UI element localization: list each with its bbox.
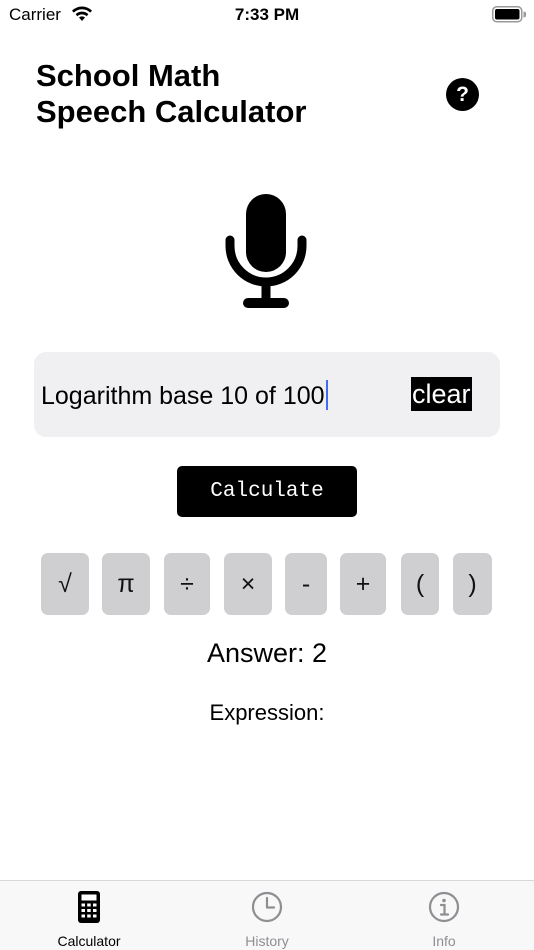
tab-bar: Calculator History Info: [0, 880, 534, 950]
status-bar: Carrier 7:33 PM: [0, 0, 534, 30]
divide-key[interactable]: ÷: [164, 553, 210, 615]
info-icon: [428, 891, 460, 923]
help-button[interactable]: ?: [446, 78, 479, 111]
clock-icon: [251, 891, 283, 923]
calculate-button[interactable]: Calculate: [177, 466, 357, 517]
expression-input[interactable]: Logarithm base 10 of 100 clear: [34, 352, 500, 437]
plus-key[interactable]: +: [340, 553, 386, 615]
tab-info[interactable]: Info: [384, 881, 504, 950]
tab-calculator[interactable]: Calculator: [29, 881, 149, 950]
microphone-icon[interactable]: [222, 192, 312, 312]
text-caret: [325, 380, 328, 410]
open-paren-key[interactable]: (: [401, 553, 439, 615]
tab-history[interactable]: History: [207, 881, 327, 950]
expression-label: Expression:: [209, 700, 325, 725]
sqrt-key[interactable]: √: [41, 553, 89, 615]
clear-button[interactable]: clear: [411, 377, 472, 411]
calculator-icon: [78, 891, 100, 923]
tab-info-label: Info: [432, 933, 456, 949]
title-line-1: School Math: [36, 58, 221, 93]
status-time: 7:33 PM: [234, 5, 300, 24]
title-line-2: Speech Calculator: [36, 94, 307, 129]
expression-input-text[interactable]: Logarithm base 10 of 100: [41, 380, 328, 411]
tab-calculator-label: Calculator: [57, 933, 121, 949]
minus-key[interactable]: -: [285, 553, 327, 615]
page-title: School Math Speech Calculator: [36, 58, 306, 130]
pi-key[interactable]: π: [102, 553, 150, 615]
tab-history-label: History: [245, 933, 289, 949]
answer-label: Answer: 2: [206, 638, 328, 668]
calculator-screen: Carrier 7:33 PM School Math Speech Calcu…: [0, 0, 534, 950]
battery-icon: [492, 6, 526, 23]
multiply-key[interactable]: ×: [224, 553, 272, 615]
close-paren-key[interactable]: ): [453, 553, 492, 615]
